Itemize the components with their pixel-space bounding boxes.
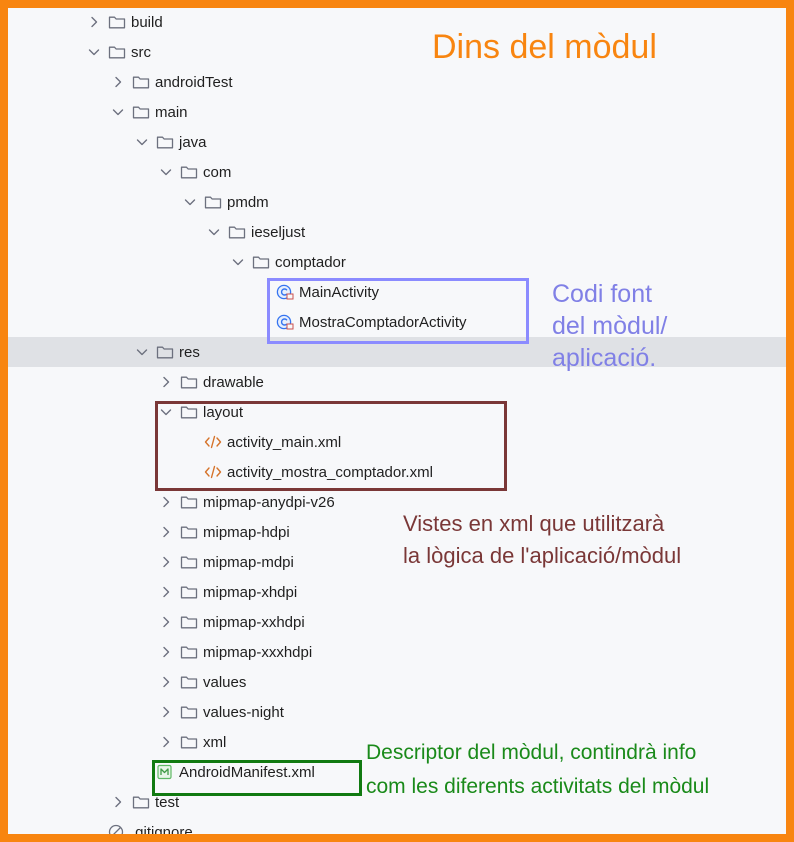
tree-item-com[interactable]: com: [8, 157, 786, 187]
chevron-right-icon[interactable]: [158, 614, 174, 630]
tree-item-main[interactable]: main: [8, 97, 786, 127]
folder-icon: [180, 554, 198, 570]
tree-item-src[interactable]: src: [8, 37, 786, 67]
folder-icon: [180, 164, 198, 180]
manifest-highlight-box: [152, 760, 362, 796]
folder-icon: [228, 224, 246, 240]
folder-icon: [180, 494, 198, 510]
tree-item-values-night[interactable]: values-night: [8, 697, 786, 727]
folder-icon: [132, 794, 150, 810]
tree-item-java[interactable]: java: [8, 127, 786, 157]
tree-item-label: ieseljust: [251, 223, 306, 241]
folder-icon: [132, 104, 150, 120]
folder-icon: [108, 14, 126, 30]
source-note-line-2: del mòdul/: [552, 312, 668, 340]
tree-item-label: .gitignore: [131, 823, 193, 841]
chevron-right-icon[interactable]: [158, 704, 174, 720]
tree-item-ieseljust[interactable]: ieseljust: [8, 217, 786, 247]
tree-item-label: mipmap-mdpi: [203, 553, 294, 571]
chevron-right-icon[interactable]: [158, 644, 174, 660]
tree-item-gitignore[interactable]: .gitignore: [8, 817, 786, 841]
tree-item-label: main: [155, 103, 188, 121]
tree-item-label: mipmap-hdpi: [203, 523, 290, 541]
folder-icon: [132, 74, 150, 90]
source-note-line-3: aplicació.: [552, 344, 657, 372]
tree-item-pmdm[interactable]: pmdm: [8, 187, 786, 217]
chevron-right-icon[interactable]: [86, 14, 102, 30]
chevron-right-icon[interactable]: [110, 794, 126, 810]
tree-item-androidtest[interactable]: androidTest: [8, 67, 786, 97]
tree-item-label: res: [179, 343, 200, 361]
manifest-annotation: Descriptor del mòdul, contindrà info com…: [366, 736, 709, 804]
title-annotation: Dins del mòdul: [432, 28, 657, 66]
tree-item-mipmap-xxxhdpi[interactable]: mipmap-xxxhdpi: [8, 637, 786, 667]
folder-icon: [108, 44, 126, 60]
folder-icon: [180, 374, 198, 390]
annotated-screenshot-frame: build src androidTest main java com pmdm ieselj…: [0, 0, 794, 842]
chevron-right-icon[interactable]: [158, 584, 174, 600]
tree-item-label: test: [155, 793, 180, 811]
tree-item-label: drawable: [203, 373, 264, 391]
chevron-right-icon[interactable]: [110, 74, 126, 90]
chevron-right-icon[interactable]: [158, 734, 174, 750]
chevron-down-icon[interactable]: [86, 44, 102, 60]
tree-item-label: androidTest: [155, 73, 233, 91]
tree-item-label: src: [131, 43, 151, 61]
manifest-note-line-2: com les diferents activitats del mòdul: [366, 775, 710, 798]
tree-item-build[interactable]: build: [8, 8, 786, 37]
folder-icon: [180, 644, 198, 660]
tree-item-label: xml: [203, 733, 227, 751]
tree-item-label: build: [131, 13, 163, 31]
source-code-annotation: Codi font del mòdul/ aplicació.: [552, 278, 667, 374]
folder-icon: [180, 584, 198, 600]
tree-item-label: java: [179, 133, 207, 151]
folder-icon: [180, 704, 198, 720]
tree-item-label: comptador: [275, 253, 346, 271]
chevron-right-icon[interactable]: [158, 374, 174, 390]
views-annotation: Vistes en xml que utilitzarà la lògica d…: [403, 508, 681, 572]
chevron-down-icon[interactable]: [182, 194, 198, 210]
chevron-down-icon[interactable]: [230, 254, 246, 270]
folder-icon: [180, 524, 198, 540]
tree-item-comptador[interactable]: comptador: [8, 247, 786, 277]
folder-icon: [180, 614, 198, 630]
tree-item-drawable[interactable]: drawable: [8, 367, 786, 397]
chevron-down-icon[interactable]: [134, 344, 150, 360]
tree-item-label: mipmap-anydpi-v26: [203, 493, 335, 511]
tree-item-label: pmdm: [227, 193, 269, 211]
folder-icon: [204, 194, 222, 210]
chevron-right-icon[interactable]: [158, 524, 174, 540]
chevron-right-icon[interactable]: [158, 494, 174, 510]
chevron-down-icon[interactable]: [206, 224, 222, 240]
source-code-highlight-box: [267, 278, 529, 344]
tree-item-mipmap-xxhdpi[interactable]: mipmap-xxhdpi: [8, 607, 786, 637]
tree-item-label: com: [203, 163, 232, 181]
ignored-file-icon: [108, 824, 126, 834]
folder-icon: [180, 674, 198, 690]
folder-icon: [252, 254, 270, 270]
tree-item-values[interactable]: values: [8, 667, 786, 697]
manifest-note-line-1: Descriptor del mòdul, contindrà info: [366, 741, 697, 764]
views-note-line-2: la lògica de l'aplicació/mòdul: [403, 543, 682, 568]
views-note-line-1: Vistes en xml que utilitzarà: [403, 511, 665, 536]
chevron-right-icon[interactable]: [158, 674, 174, 690]
tree-item-label: values-night: [203, 703, 284, 721]
tree-item-mipmap-xhdpi[interactable]: mipmap-xhdpi: [8, 577, 786, 607]
folder-icon: [156, 134, 174, 150]
chevron-right-icon[interactable]: [158, 554, 174, 570]
source-note-line-1: Codi font: [552, 280, 653, 308]
tree-item-label: mipmap-xhdpi: [203, 583, 298, 601]
chevron-down-icon[interactable]: [134, 134, 150, 150]
chevron-down-icon[interactable]: [110, 104, 126, 120]
folder-icon: [180, 734, 198, 750]
tree-item-label: mipmap-xxxhdpi: [203, 643, 313, 661]
layout-highlight-box: [155, 401, 507, 491]
chevron-down-icon[interactable]: [158, 164, 174, 180]
tree-item-label: values: [203, 673, 247, 691]
tree-item-label: mipmap-xxhdpi: [203, 613, 305, 631]
folder-icon: [156, 344, 174, 360]
